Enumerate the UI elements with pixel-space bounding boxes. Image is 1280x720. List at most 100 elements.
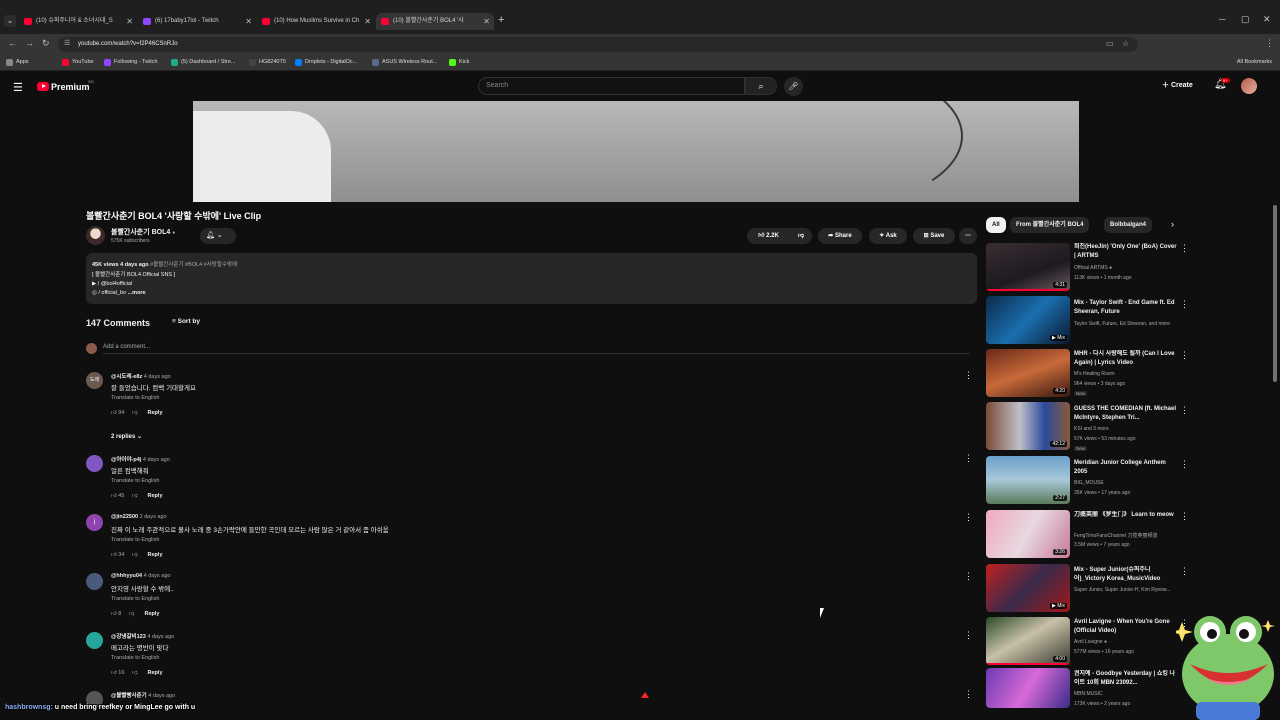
comment-author[interactable]: @강냉갈비123 — [111, 634, 146, 640]
rec-thumbnail[interactable]: 42:12 — [986, 402, 1070, 450]
rec-thumbnail[interactable]: 2:27 — [986, 456, 1070, 504]
hashtags[interactable]: #볼빨간사춘기 #BOL4 #사랑할수밖에 — [149, 262, 237, 268]
rec-channel[interactable]: MBN MUSIC — [1074, 691, 1186, 697]
site-info-icon[interactable]: ☰ — [64, 39, 70, 47]
youtube-logo-icon[interactable] — [37, 82, 49, 91]
translate-link[interactable]: Translate to English — [111, 596, 159, 602]
subscribed-bell-button[interactable]: 🔔︎ ⌄ — [200, 228, 236, 244]
comment-author[interactable]: @jin22500 — [111, 514, 138, 520]
youtube-premium-logo[interactable]: Premium — [51, 82, 90, 92]
rec-title[interactable]: Meridian Junior College Anthem 2005 — [1074, 459, 1178, 477]
forward-icon[interactable]: → — [25, 38, 34, 48]
bookmark-asus[interactable]: ASUS Wireless Rout... — [372, 59, 437, 66]
rec-thumbnail[interactable]: ▶ Mix — [986, 564, 1070, 612]
comment-menu-icon[interactable]: ⋮ — [964, 689, 973, 700]
microphone-icon[interactable]: 🎤︎ — [784, 77, 803, 96]
close-tab-icon[interactable]: ✕ — [126, 13, 133, 30]
like-button[interactable]: 👍︎ 2.2K — [747, 228, 790, 244]
create-button[interactable]: ＋ Create — [1162, 80, 1193, 90]
translate-link[interactable]: Translate to English — [111, 478, 159, 484]
rec-channel[interactable]: KSI and 3 more — [1074, 426, 1186, 432]
reply-button[interactable]: Reply — [148, 410, 163, 416]
comment-menu-icon[interactable]: ⋮ — [964, 453, 973, 464]
reply-button[interactable]: Reply — [148, 670, 163, 676]
reply-button[interactable]: Reply — [148, 552, 163, 558]
rec-title[interactable]: MHR - 다시 사랑해도 될까 (Can I Love Again) | Ly… — [1074, 350, 1178, 368]
thumbs-up-icon[interactable]: 👍︎ — [111, 493, 117, 499]
thumbs-down-icon[interactable]: 👎︎ — [129, 611, 135, 617]
sort-by-button[interactable]: ≡ Sort by — [172, 318, 200, 325]
rec-title[interactable]: 권지예 - Goodbye Yesterday | 쇼킹 나이트 10회 MBN… — [1074, 670, 1178, 688]
ask-button[interactable]: ✦ Ask — [869, 228, 907, 244]
save-button[interactable]: ⊞ Save — [913, 228, 955, 244]
bookmark-dashboard[interactable]: (5) Dashboard / Stre... — [171, 59, 235, 66]
chip-bolbbalgan4[interactable]: Bolbbalgan4 — [1104, 217, 1153, 233]
view-replies-button[interactable]: 2 replies ⌄ — [111, 433, 142, 440]
rec-channel[interactable]: Super Junior, Super Junior-H, Kim Ryeow.… — [1074, 587, 1186, 593]
rec-menu-icon[interactable]: ⋮ — [1180, 566, 1189, 577]
comment-time[interactable]: 4 days ago — [144, 374, 171, 380]
comment-menu-icon[interactable]: ⋮ — [964, 571, 973, 582]
comment-menu-icon[interactable]: ⋮ — [964, 630, 973, 641]
chip-from-channel[interactable]: From 볼빨간사춘기 BOL4 — [1010, 217, 1090, 233]
comment-time[interactable]: 4 days ago — [144, 573, 171, 579]
comment-time[interactable]: 4 days ago — [148, 693, 175, 699]
commenter-avatar[interactable] — [86, 573, 103, 590]
rec-thumbnail[interactable]: 3:26 — [986, 510, 1070, 558]
comment-time[interactable]: 2 days ago — [140, 514, 167, 520]
rec-thumbnail[interactable]: ▶ Mix — [986, 296, 1070, 344]
bookmark-star-icon[interactable]: ☆ — [1122, 39, 1129, 48]
rec-thumbnail[interactable]: 4:00 — [986, 617, 1070, 665]
channel-avatar[interactable] — [86, 226, 105, 245]
commenter-avatar[interactable]: 도레 — [86, 372, 103, 389]
rec-title[interactable]: Mix - Taylor Swift - End Game ft. Ed She… — [1074, 299, 1178, 317]
thumbs-up-icon[interactable]: 👍︎ — [111, 611, 117, 617]
commenter-avatar[interactable] — [86, 632, 103, 649]
rec-channel[interactable]: Official ARTMS ● — [1074, 265, 1186, 271]
comment-author[interactable]: @볼빨빵사춘기 — [111, 693, 147, 699]
description-box[interactable]: 45K views 4 days ago #볼빨간사춘기 #BOL4 #사랑할수… — [86, 253, 977, 304]
comment-author[interactable]: @hhhyyu04 — [111, 573, 142, 579]
commenter-avatar[interactable] — [86, 455, 103, 472]
reply-button[interactable]: Reply — [148, 493, 163, 499]
rec-channel[interactable]: FengTimoFansChannel 刀揽英丽频道 — [1074, 532, 1186, 539]
rec-title[interactable]: Avril Lavigne - When You're Gone (Offici… — [1074, 618, 1178, 636]
comment-time[interactable]: 4 days ago — [143, 457, 170, 463]
rec-title[interactable]: 희진(HeeJin) 'Only One' (BoA) Cover | ARTM… — [1074, 243, 1178, 261]
rec-menu-icon[interactable]: ⋮ — [1180, 350, 1189, 361]
share-button[interactable]: ➦ Share — [818, 228, 862, 244]
thumbs-up-icon[interactable]: 👍︎ — [111, 552, 117, 558]
description-link[interactable]: ◎ / official_bo — [92, 290, 126, 296]
close-tab-icon[interactable]: ✕ — [245, 13, 252, 30]
tab-search-icon[interactable]: ⌄ — [4, 15, 16, 27]
close-tab-icon[interactable]: ✕ — [483, 13, 490, 30]
commenter-avatar[interactable]: j — [86, 514, 103, 531]
scrollbar-thumb[interactable] — [1273, 205, 1277, 382]
comment-menu-icon[interactable]: ⋮ — [964, 512, 973, 523]
rec-menu-icon[interactable]: ⋮ — [1180, 511, 1189, 522]
browser-tab[interactable]: (10) 슈퍼주니어 & 소녀시대_S ✕ — [19, 13, 137, 30]
thumbs-down-icon[interactable]: 👎︎ — [132, 670, 138, 676]
add-comment-input[interactable]: Add a comment... — [103, 344, 150, 350]
rec-menu-icon[interactable]: ⋮ — [1180, 459, 1189, 470]
browser-tab[interactable]: (6) 17baby17lol - Twitch ✕ — [138, 13, 256, 30]
new-tab-icon[interactable]: + — [498, 14, 504, 26]
reload-icon[interactable]: ↻ — [42, 38, 50, 49]
translate-link[interactable]: Translate to English — [111, 395, 159, 401]
rec-thumbnail[interactable]: 4:20 — [986, 349, 1070, 397]
url-field[interactable]: ☰ youtube.com/watch?v=f2P46CSnRJo ▭ ☆ — [58, 37, 1138, 52]
close-window-icon[interactable]: ✕ — [1263, 14, 1271, 25]
channel-name[interactable]: 볼빨간사춘기 BOL4 ● — [111, 227, 175, 237]
rec-menu-icon[interactable]: ⋮ — [1180, 405, 1189, 416]
bookmark-router[interactable]: HG8240T5 — [249, 59, 286, 66]
browser-tab-active[interactable]: (10) 볼빨간사춘기 BOL4 '사 ✕ — [376, 13, 494, 30]
chip-all[interactable]: All — [986, 217, 1006, 233]
description-link[interactable]: ▶ / @bol4official — [92, 281, 132, 287]
rec-channel[interactable]: BIG_MOUSE — [1074, 480, 1186, 486]
bookmark-digitalocean[interactable]: Droplets - DigitalOc... — [295, 59, 357, 66]
comment-menu-icon[interactable]: ⋮ — [964, 370, 973, 381]
rec-channel[interactable]: M's Healing Room — [1074, 371, 1186, 377]
account-avatar[interactable] — [1241, 78, 1257, 94]
browser-menu-icon[interactable]: ⋮ — [1265, 38, 1274, 49]
maximize-icon[interactable]: ▢ — [1241, 14, 1250, 25]
